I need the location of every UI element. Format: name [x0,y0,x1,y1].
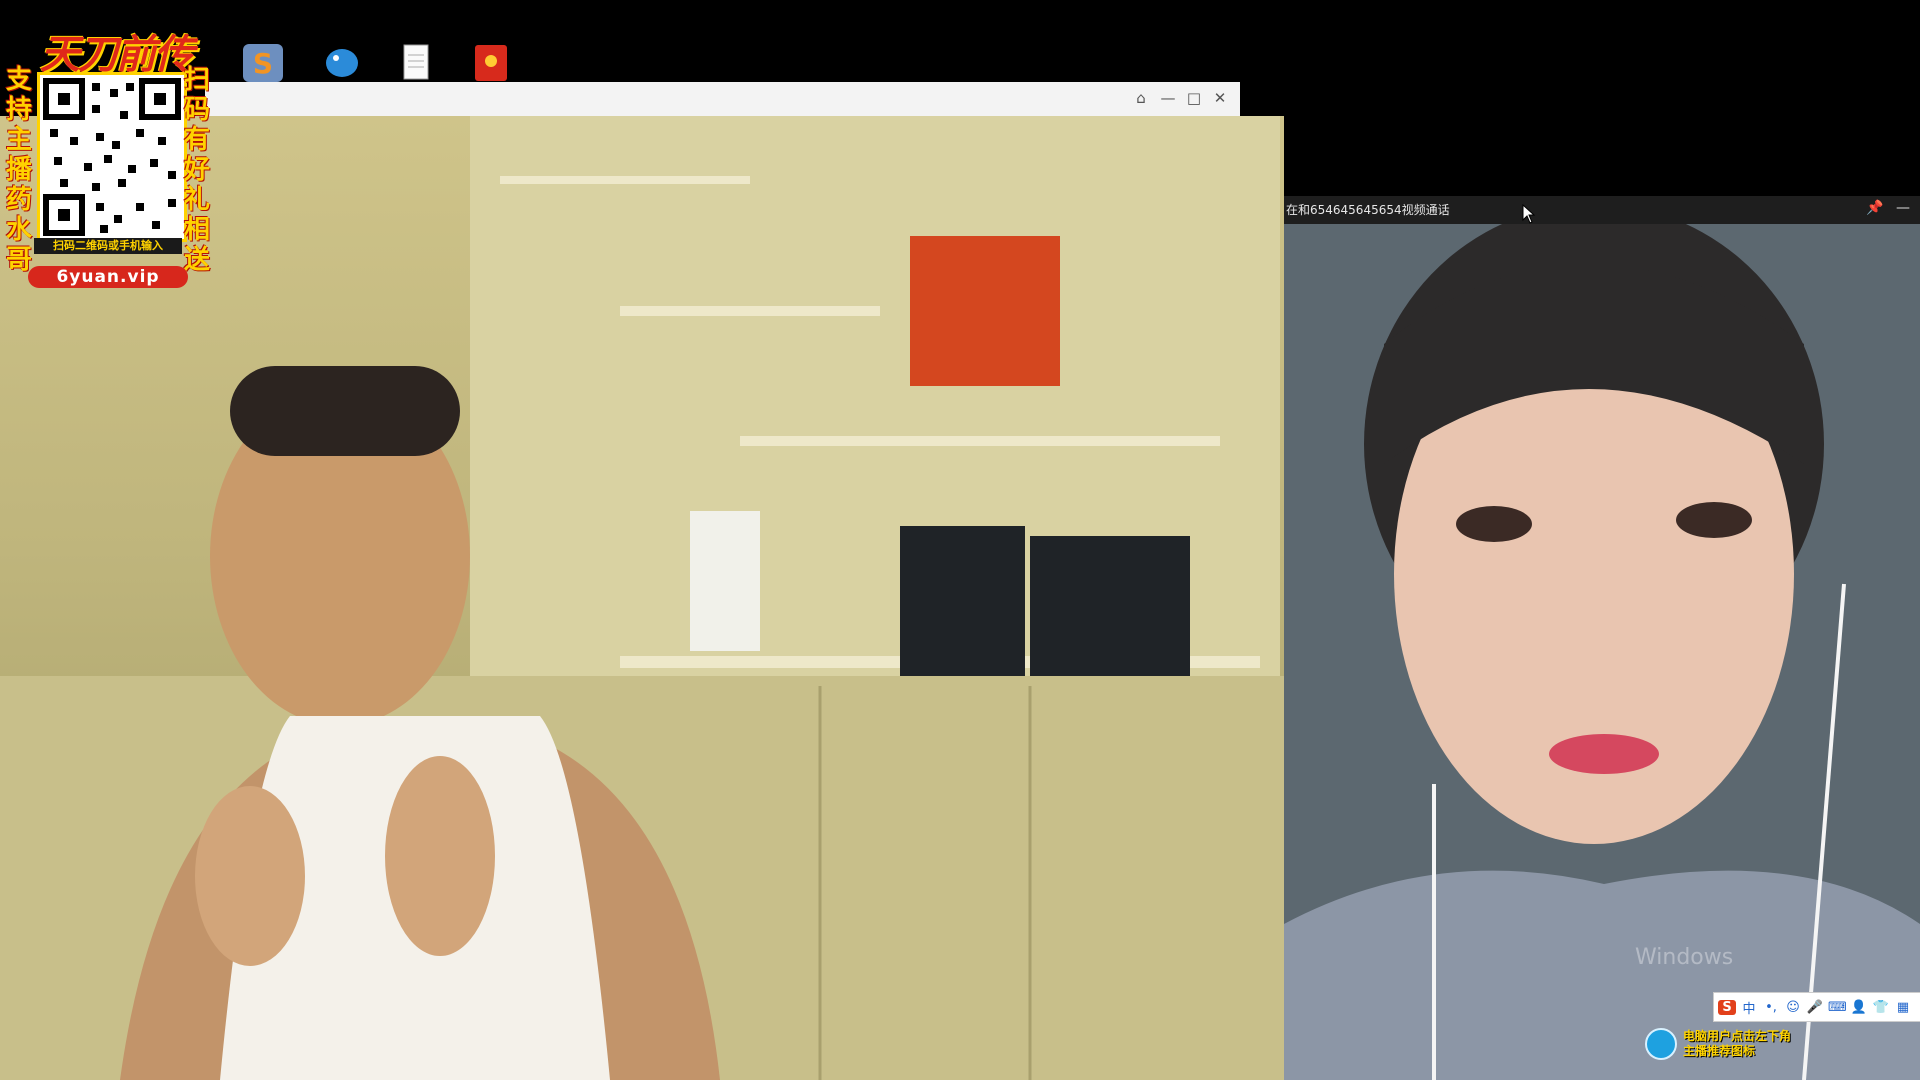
notice-line-1: 电脑用户点击左下角 [1683,1029,1792,1043]
qr-code[interactable] [37,72,187,242]
notice-icon [1645,1028,1677,1060]
user-icon[interactable]: 👤 [1850,1000,1868,1015]
bird-icon[interactable] [318,40,364,86]
guest-scene [1284,224,1920,1080]
ad-url[interactable]: 6yuan.vip [28,266,188,288]
minimize-button[interactable]: — [1896,200,1910,216]
punctuation-icon[interactable]: •, [1762,1000,1780,1015]
notice-text: 电脑用户点击左下角 主播推荐图标 [1683,1029,1791,1059]
ad-brand: 天刀前传 [40,31,194,78]
emoji-icon[interactable]: ☺ [1784,1000,1802,1015]
sogou-icon[interactable]: S [240,40,286,86]
ad-scan-hint: 扫码二维码或手机输入 [34,238,182,254]
video-call-titlebar: 在和6546456456​54视频通话 📌 — [1284,196,1920,224]
skin-icon[interactable]: 👕 [1872,1000,1890,1015]
video-call-title: 在和6546456456​54视频通话 [1286,203,1450,217]
ime-mode-toggle[interactable]: 中 [1740,998,1758,1017]
keyboard-icon[interactable]: ⌨ [1828,1000,1847,1015]
close-button[interactable]: ✕ [1209,87,1231,109]
notice-line-2: 主播推荐图标 [1683,1044,1756,1058]
mouse-cursor-icon [1522,204,1536,224]
svg-text:S: S [253,47,273,80]
microphone-icon[interactable]: 🎤 [1806,1000,1824,1015]
ad-overlay[interactable]: 天刀前传 支持主播药水哥 扫码有好礼相送 扫码二维码或手机输入 6yuan.vi… [0,20,215,288]
window-titlebar: ⌂ — □ ✕ [205,82,1240,117]
windows-watermark: Windows [1635,945,1734,970]
document-icon[interactable] [393,40,439,86]
streamer-notice[interactable]: 电脑用户点击左下角 主播推荐图标 [1645,1026,1845,1062]
redpacket-icon[interactable] [468,40,514,86]
toolbox-icon[interactable]: ▦ [1894,1000,1912,1015]
guest-video [1284,224,1920,1080]
qr-code-pattern [43,78,181,236]
ime-toolbar[interactable]: S 中 •, ☺ 🎤 ⌨ 👤 👕 ▦ [1713,992,1920,1022]
ad-left-text: 支持主播药水哥 [5,65,32,275]
pin-icon[interactable]: 📌 [1866,200,1883,216]
maximize-button[interactable]: □ [1183,87,1205,109]
skin-icon[interactable]: ⌂ [1130,87,1152,109]
minimize-button[interactable]: — [1157,87,1179,109]
ad-right-text: 扫码有好礼相送 [183,65,210,275]
sogou-ime-icon[interactable]: S [1718,999,1736,1015]
